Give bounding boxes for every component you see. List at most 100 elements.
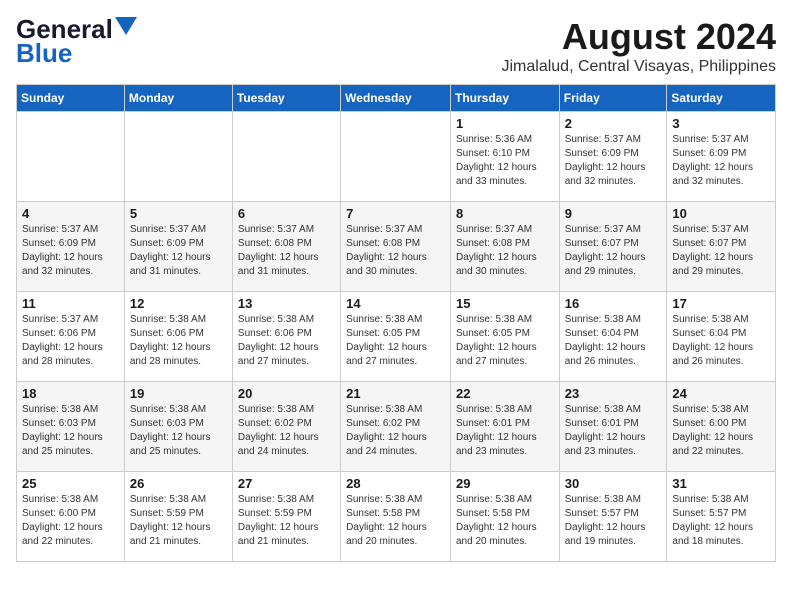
day-info: Sunrise: 5:38 AM Sunset: 6:04 PM Dayligh… (672, 313, 770, 369)
day-info: Sunrise: 5:38 AM Sunset: 5:58 PM Dayligh… (456, 493, 554, 549)
calendar-cell: 22 Sunrise: 5:38 AM Sunset: 6:01 PM Dayli… (450, 382, 559, 472)
day-number: 28 (346, 476, 445, 491)
day-number: 13 (238, 296, 335, 311)
day-info: Sunrise: 5:38 AM Sunset: 6:01 PM Dayligh… (456, 403, 554, 459)
day-number: 7 (346, 206, 445, 221)
day-number: 14 (346, 296, 445, 311)
day-info: Sunrise: 5:38 AM Sunset: 5:59 PM Dayligh… (238, 493, 335, 549)
day-info: Sunrise: 5:37 AM Sunset: 6:08 PM Dayligh… (346, 223, 445, 279)
calendar-cell: 16 Sunrise: 5:38 AM Sunset: 6:04 PM Dayli… (559, 292, 667, 382)
calendar-cell: 21Sunrise: 5:38 AM Sunset: 6:02 PM Dayli… (341, 382, 451, 472)
day-header-tuesday: Tuesday (232, 85, 340, 112)
calendar-cell: 11 Sunrise: 5:37 AM Sunset: 6:06 PM Dayli… (17, 292, 125, 382)
day-info: Sunrise: 5:38 AM Sunset: 6:05 PM Dayligh… (346, 313, 445, 369)
day-number: 15 (456, 296, 554, 311)
calendar-week-row: 11 Sunrise: 5:37 AM Sunset: 6:06 PM Dayli… (17, 292, 776, 382)
page-title: August 2024 (501, 16, 776, 58)
day-number: 23 (565, 386, 662, 401)
day-number: 20 (238, 386, 335, 401)
calendar-header-row: SundayMondayTuesdayWednesdayThursdayFrid… (17, 85, 776, 112)
calendar-cell: 24 Sunrise: 5:38 AM Sunset: 6:00 PM Dayli… (667, 382, 776, 472)
title-block: August 2024 Jimalalud, Central Visayas, … (501, 16, 776, 76)
day-header-saturday: Saturday (667, 85, 776, 112)
day-number: 25 (22, 476, 119, 491)
calendar-cell: 8 Sunrise: 5:37 AM Sunset: 6:08 PM Daylig… (450, 202, 559, 292)
calendar-cell (341, 112, 451, 202)
day-header-thursday: Thursday (450, 85, 559, 112)
calendar-cell: 12 Sunrise: 5:38 AM Sunset: 6:06 PM Dayli… (124, 292, 232, 382)
calendar-cell: 13 Sunrise: 5:38 AM Sunset: 6:06 PM Dayli… (232, 292, 340, 382)
day-number: 1 (456, 116, 554, 131)
day-info: Sunrise: 5:38 AM Sunset: 5:57 PM Dayligh… (565, 493, 662, 549)
day-number: 31 (672, 476, 770, 491)
page-subtitle: Jimalalud, Central Visayas, Philippines (501, 58, 776, 76)
day-info: Sunrise: 5:38 AM Sunset: 6:04 PM Dayligh… (565, 313, 662, 369)
day-number: 29 (456, 476, 554, 491)
day-number: 12 (130, 296, 227, 311)
day-info: Sunrise: 5:36 AM Sunset: 6:10 PM Dayligh… (456, 133, 554, 189)
day-info: Sunrise: 5:38 AM Sunset: 6:06 PM Dayligh… (238, 313, 335, 369)
calendar-cell: 26Sunrise: 5:38 AM Sunset: 5:59 PM Dayli… (124, 472, 232, 562)
day-info: Sunrise: 5:38 AM Sunset: 6:02 PM Dayligh… (346, 403, 445, 459)
calendar-cell (17, 112, 125, 202)
day-info: Sunrise: 5:38 AM Sunset: 6:03 PM Dayligh… (130, 403, 227, 459)
calendar-cell: 19 Sunrise: 5:38 AM Sunset: 6:03 PM Dayli… (124, 382, 232, 472)
day-info: Sunrise: 5:37 AM Sunset: 6:08 PM Dayligh… (238, 223, 335, 279)
day-info: Sunrise: 5:38 AM Sunset: 6:00 PM Dayligh… (672, 403, 770, 459)
day-info: Sunrise: 5:38 AM Sunset: 6:03 PM Dayligh… (22, 403, 119, 459)
calendar-cell: 4 Sunrise: 5:37 AM Sunset: 6:09 PM Daylig… (17, 202, 125, 292)
day-header-friday: Friday (559, 85, 667, 112)
calendar-week-row: 25 Sunrise: 5:38 AM Sunset: 6:00 PM Dayli… (17, 472, 776, 562)
calendar-cell: 7 Sunrise: 5:37 AM Sunset: 6:08 PM Daylig… (341, 202, 451, 292)
calendar-cell (232, 112, 340, 202)
calendar-cell: 3Sunrise: 5:37 AM Sunset: 6:09 PM Daylig… (667, 112, 776, 202)
day-header-wednesday: Wednesday (341, 85, 451, 112)
logo-blue: Blue (16, 38, 72, 69)
calendar-cell: 29 Sunrise: 5:38 AM Sunset: 5:58 PM Dayli… (450, 472, 559, 562)
day-info: Sunrise: 5:37 AM Sunset: 6:08 PM Dayligh… (456, 223, 554, 279)
day-number: 19 (130, 386, 227, 401)
day-header-monday: Monday (124, 85, 232, 112)
day-number: 6 (238, 206, 335, 221)
day-info: Sunrise: 5:37 AM Sunset: 6:07 PM Dayligh… (565, 223, 662, 279)
calendar-cell: 23 Sunrise: 5:38 AM Sunset: 6:01 PM Dayli… (559, 382, 667, 472)
logo-arrow-icon (115, 17, 137, 35)
day-number: 16 (565, 296, 662, 311)
day-info: Sunrise: 5:38 AM Sunset: 5:58 PM Dayligh… (346, 493, 445, 549)
day-number: 4 (22, 206, 119, 221)
day-info: Sunrise: 5:38 AM Sunset: 6:00 PM Dayligh… (22, 493, 119, 549)
day-number: 17 (672, 296, 770, 311)
calendar-cell: 17 Sunrise: 5:38 AM Sunset: 6:04 PM Dayli… (667, 292, 776, 382)
calendar-cell: 9 Sunrise: 5:37 AM Sunset: 6:07 PM Daylig… (559, 202, 667, 292)
calendar-cell: 15 Sunrise: 5:38 AM Sunset: 6:05 PM Dayli… (450, 292, 559, 382)
day-info: Sunrise: 5:37 AM Sunset: 6:09 PM Dayligh… (22, 223, 119, 279)
calendar-cell: 18 Sunrise: 5:38 AM Sunset: 6:03 PM Dayli… (17, 382, 125, 472)
calendar-cell: 1 Sunrise: 5:36 AM Sunset: 6:10 PM Daylig… (450, 112, 559, 202)
calendar-week-row: 1 Sunrise: 5:36 AM Sunset: 6:10 PM Daylig… (17, 112, 776, 202)
calendar-week-row: 18 Sunrise: 5:38 AM Sunset: 6:03 PM Dayli… (17, 382, 776, 472)
day-info: Sunrise: 5:38 AM Sunset: 6:06 PM Dayligh… (130, 313, 227, 369)
day-number: 26 (130, 476, 227, 491)
day-info: Sunrise: 5:38 AM Sunset: 5:57 PM Dayligh… (672, 493, 770, 549)
day-number: 5 (130, 206, 227, 221)
day-number: 27 (238, 476, 335, 491)
day-number: 22 (456, 386, 554, 401)
day-number: 9 (565, 206, 662, 221)
logo: General Blue (16, 16, 137, 69)
day-number: 8 (456, 206, 554, 221)
day-header-sunday: Sunday (17, 85, 125, 112)
day-info: Sunrise: 5:37 AM Sunset: 6:07 PM Dayligh… (672, 223, 770, 279)
calendar-cell: 20 Sunrise: 5:38 AM Sunset: 6:02 PM Dayli… (232, 382, 340, 472)
calendar-cell: 25 Sunrise: 5:38 AM Sunset: 6:00 PM Dayli… (17, 472, 125, 562)
day-number: 11 (22, 296, 119, 311)
calendar-cell: 14 Sunrise: 5:38 AM Sunset: 6:05 PM Dayli… (341, 292, 451, 382)
calendar-cell: 10Sunrise: 5:37 AM Sunset: 6:07 PM Dayli… (667, 202, 776, 292)
day-info: Sunrise: 5:37 AM Sunset: 6:06 PM Dayligh… (22, 313, 119, 369)
day-number: 18 (22, 386, 119, 401)
calendar-cell: 2Sunrise: 5:37 AM Sunset: 6:09 PM Daylig… (559, 112, 667, 202)
day-number: 24 (672, 386, 770, 401)
calendar-cell: 31 Sunrise: 5:38 AM Sunset: 5:57 PM Dayli… (667, 472, 776, 562)
day-info: Sunrise: 5:38 AM Sunset: 6:02 PM Dayligh… (238, 403, 335, 459)
day-info: Sunrise: 5:38 AM Sunset: 6:05 PM Dayligh… (456, 313, 554, 369)
day-info: Sunrise: 5:38 AM Sunset: 6:01 PM Dayligh… (565, 403, 662, 459)
